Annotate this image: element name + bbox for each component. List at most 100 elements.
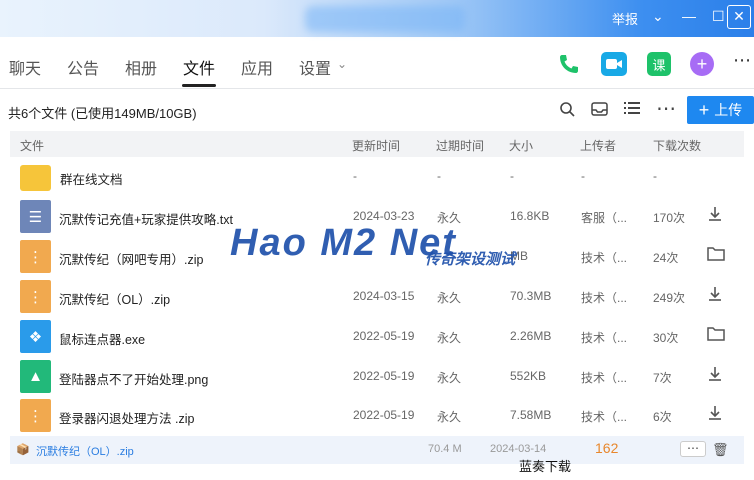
tab-album[interactable]: 相册 — [125, 55, 157, 79]
file-size: MB — [510, 249, 528, 263]
zip-file-icon: ⋮ — [20, 280, 51, 313]
more-options-icon[interactable]: ⋯ — [656, 96, 676, 121]
bottom-download-bar: 📦 沉默传纪（OL）.zip 70.4 M 2024-03-14 162 ⋯ 🗑 — [10, 436, 744, 464]
report-link[interactable]: 举报 — [612, 9, 638, 28]
file-size: - — [510, 169, 514, 183]
col-size[interactable]: 大小 — [509, 137, 533, 154]
file-row[interactable]: ⋮ 登录器闪退处理方法 .zip 2022-05-19 永久 7.58MB 技术… — [10, 396, 744, 436]
search-icon[interactable] — [559, 101, 575, 122]
file-name[interactable]: 沉默传纪（网吧专用）.zip — [59, 249, 203, 268]
file-expire: 永久 — [437, 371, 462, 385]
file-uploader: 技术（... — [581, 410, 628, 424]
add-app-icon[interactable]: + — [690, 52, 714, 76]
download-icon[interactable] — [707, 206, 723, 227]
more-icon[interactable]: ⋯ — [733, 50, 751, 71]
image-file-icon: ▲ — [20, 360, 51, 393]
file-row[interactable]: ▲ 登陆器点不了开始处理.png 2022-05-19 永久 552KB 技术（… — [10, 357, 744, 397]
zip-file-icon: 📦 — [16, 444, 30, 456]
lesson-icon[interactable]: 课 — [647, 52, 671, 76]
file-name[interactable]: 沉默传纪（OL）.zip — [59, 289, 170, 308]
file-downloads: 24次 — [653, 251, 679, 265]
file-expire: 永久 — [437, 331, 462, 345]
tab-settings[interactable]: 设置 — [299, 55, 331, 79]
file-name[interactable]: 登录器闪退处理方法 .zip — [59, 408, 194, 427]
file-expire: 永久 — [437, 410, 462, 424]
text-file-icon: ☰ — [20, 200, 51, 233]
file-expire: 永久 — [437, 291, 462, 305]
file-size: 16.8KB — [510, 209, 550, 223]
exe-file-icon: ❖ — [20, 320, 51, 353]
file-updated: 2022-05-19 — [353, 369, 415, 383]
file-size: 2.26MB — [510, 329, 552, 343]
more-options-icon[interactable]: ⋯ — [680, 441, 706, 457]
upload-button[interactable]: + 上传 — [687, 96, 754, 124]
col-uploader[interactable]: 上传者 — [580, 137, 616, 154]
col-updated[interactable]: 更新时间 — [352, 137, 400, 154]
download-icon[interactable] — [707, 286, 723, 307]
download-icon[interactable] — [707, 405, 723, 426]
file-downloads: - — [653, 169, 657, 183]
file-updated: 2024-03-23 — [353, 209, 415, 223]
bottom-file-date: 2024-03-14 — [490, 443, 547, 455]
trash-icon[interactable]: 🗑 — [712, 442, 729, 458]
file-name[interactable]: 群在线文档 — [60, 169, 123, 188]
file-size: 70.3MB — [510, 289, 552, 303]
file-name[interactable]: 沉默传记充值+玩家提供攻略.txt — [59, 209, 233, 228]
phone-icon[interactable] — [557, 52, 581, 76]
tab-chat[interactable]: 聊天 — [9, 55, 41, 79]
file-downloads: 170次 — [653, 211, 686, 225]
group-nav: 聊天 公告 相册 文件 应用 设置 ⌄ 课 + ⋯ — [0, 37, 754, 89]
blurred-group-name — [305, 6, 465, 32]
file-uploader: 技术（... — [581, 371, 628, 385]
bottom-file-name[interactable]: 沉默传纪（OL）.zip — [36, 443, 134, 459]
file-row[interactable]: ☰ 沉默传记充值+玩家提供攻略.txt 2024-03-23 永久 16.8KB… — [10, 197, 744, 237]
file-row[interactable]: 群在线文档 - - - - - — [10, 157, 744, 197]
file-toolbar: 共6个文件 (已使用149MB/10GB) ⋯ + 上传 — [0, 90, 754, 130]
minimize-icon[interactable]: — — [682, 8, 696, 24]
close-icon[interactable]: ✕ — [727, 5, 751, 29]
bottom-download-count: 162 — [595, 440, 619, 456]
file-updated: - — [353, 169, 357, 183]
open-folder-icon[interactable] — [707, 326, 725, 346]
tab-apps[interactable]: 应用 — [241, 55, 273, 79]
plus-icon: + — [698, 99, 710, 120]
list-view-icon[interactable] — [624, 101, 640, 120]
file-updated: 2024-03-15 — [353, 289, 415, 303]
file-size: 7.58MB — [510, 408, 552, 422]
file-downloads: 249次 — [653, 291, 686, 305]
chevron-down-icon[interactable]: ⌄ — [652, 8, 664, 25]
restore-icon[interactable]: ☐ — [712, 8, 725, 25]
file-size: 552KB — [510, 369, 547, 383]
file-uploader: 技术（... — [581, 331, 628, 345]
upload-label: 上传 — [714, 102, 743, 118]
lanzou-download-label: 蓝奏下载 — [519, 459, 572, 474]
file-name[interactable]: 登陆器点不了开始处理.png — [59, 369, 208, 388]
active-tab-indicator — [182, 84, 216, 87]
inbox-icon[interactable] — [591, 101, 608, 122]
file-uploader: 技术（... — [581, 251, 628, 265]
folder-icon — [20, 165, 51, 191]
zip-file-icon: ⋮ — [20, 240, 51, 273]
file-updated: 2022-05-19 — [353, 408, 415, 422]
file-name[interactable]: 鼠标连点器.exe — [59, 329, 145, 348]
file-expire: 永久 — [437, 211, 462, 225]
open-folder-icon[interactable] — [707, 246, 725, 266]
file-table-header: 文件 更新时间 过期时间 大小 上传者 下载次数 — [10, 131, 744, 157]
file-updated: 2022-05-19 — [353, 329, 415, 343]
col-file[interactable]: 文件 — [20, 137, 44, 154]
file-row[interactable]: ⋮ 沉默传纪（网吧专用）.zip MB 技术（... 24次 — [10, 237, 744, 277]
download-icon[interactable] — [707, 366, 723, 387]
col-downloads[interactable]: 下载次数 — [653, 137, 701, 154]
col-expire[interactable]: 过期时间 — [436, 137, 484, 154]
file-downloads: 7次 — [653, 371, 672, 385]
tab-files[interactable]: 文件 — [183, 55, 215, 79]
chevron-down-icon[interactable]: ⌄ — [337, 57, 347, 71]
file-downloads: 6次 — [653, 410, 672, 424]
file-expire: - — [437, 169, 441, 183]
file-uploader: 客服（... — [581, 211, 628, 225]
file-row[interactable]: ⋮ 沉默传纪（OL）.zip 2024-03-15 永久 70.3MB 技术（.… — [10, 277, 744, 317]
video-icon[interactable] — [601, 52, 627, 76]
tab-announcements[interactable]: 公告 — [67, 55, 99, 79]
title-bar: 举报 ⌄ — ☐ ✕ — [0, 0, 754, 37]
file-row[interactable]: ❖ 鼠标连点器.exe 2022-05-19 永久 2.26MB 技术（... … — [10, 317, 744, 357]
